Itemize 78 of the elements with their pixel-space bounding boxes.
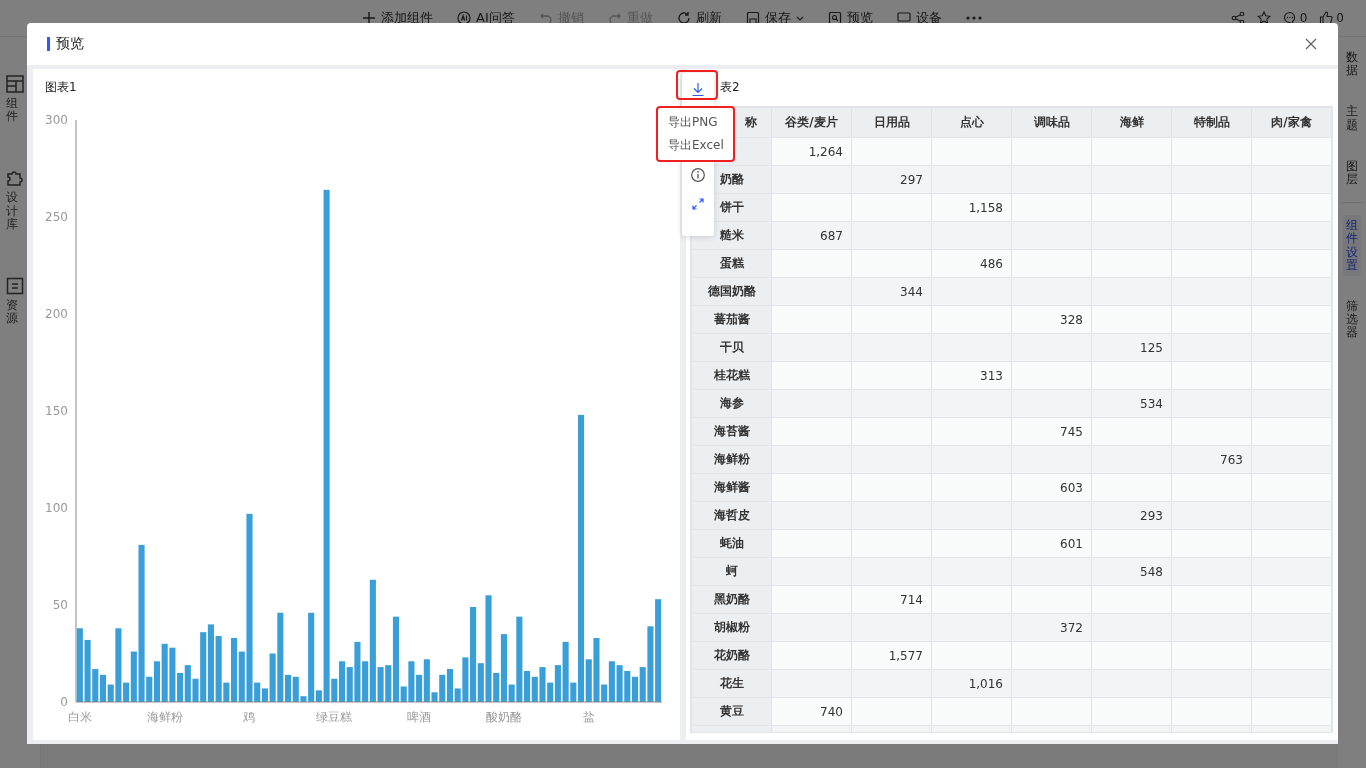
sidebar-tab[interactable]: 数据 [1343, 47, 1361, 82]
toolbar-button[interactable]: 添加组件 [350, 9, 445, 27]
table-cell: 714 [851, 585, 932, 614]
comment-button[interactable]: 0 [1276, 11, 1314, 25]
sidebar-tab[interactable]: 主题 [1343, 101, 1361, 136]
column-header: 海鲜 [1091, 107, 1172, 138]
toolbar-button[interactable]: 刷新 [664, 9, 734, 27]
menu-item[interactable]: 导出Excel [668, 137, 733, 154]
axis-tick-label: 白米 [67, 710, 92, 724]
row-header: 海鲜酱 [691, 473, 772, 502]
axis-tick-label: 250 [45, 210, 68, 224]
sidebar-item[interactable]: 组件 [0, 75, 40, 124]
toolbar-button[interactable]: AI问答 [445, 9, 527, 27]
axis-tick-label: 盐 [582, 710, 595, 724]
table-cell: 372 [1011, 613, 1092, 642]
table-cell: 534 [1091, 389, 1172, 418]
axis-tick-label: 绿豆糕 [316, 710, 353, 724]
axis-tick-label: 鸡 [243, 710, 256, 724]
axis-tick-label: 0 [60, 695, 68, 709]
table-cell: 328 [1011, 305, 1092, 334]
sidebar-tab[interactable]: 图层 [1343, 155, 1361, 191]
row-header: 干贝 [691, 333, 772, 362]
row-header: 蚵 [691, 557, 772, 586]
column-header: 特制品 [1171, 107, 1252, 138]
axis-tick-label: 酸奶酪 [485, 710, 522, 724]
table-cell: 293 [1091, 501, 1172, 530]
axis-tick-label: 150 [45, 404, 68, 418]
table-cell: 763 [1171, 445, 1252, 474]
panel-title: 图表1 [45, 80, 77, 94]
like-button[interactable]: 0 [1313, 11, 1350, 25]
column-header: 点心 [931, 107, 1012, 138]
table-cell: 603 [1011, 473, 1092, 502]
row-header: 蛋糕 [691, 249, 772, 278]
row-header: 花生 [691, 669, 772, 698]
row-header: 海苔酱 [691, 417, 772, 446]
panel-title: 表2 [720, 80, 740, 94]
axis-tick-label: 200 [45, 307, 68, 321]
table-cell: 1,158 [931, 193, 1012, 222]
toolbar-button[interactable]: 设备 [884, 9, 954, 27]
table-cell: 1,577 [851, 641, 932, 670]
table-cell: 486 [931, 249, 1012, 278]
column-header: 肉/家禽 [1251, 107, 1332, 138]
table-cell: 687 [771, 221, 852, 250]
table-cell: 1,016 [931, 669, 1012, 698]
table-cell: 313 [931, 361, 1012, 390]
row-header: 海鲜粉 [691, 445, 772, 474]
row-header: 花奶酪 [691, 641, 772, 670]
table-cell: 297 [851, 165, 932, 194]
axis-tick-label: 100 [45, 501, 68, 515]
sidebar-tab[interactable]: 组件设置 [1343, 215, 1361, 276]
axis-tick-label: 海鲜粉 [146, 710, 183, 724]
row-header: 黄豆 [691, 697, 772, 726]
axis-tick-label: 50 [52, 598, 68, 612]
axis-tick-label: 啤酒 [407, 710, 432, 724]
axis-tick-label: 300 [45, 113, 68, 127]
column-header: 谷类/麦片 [771, 107, 852, 138]
row-header: 胡椒粉 [691, 613, 772, 642]
row-header: 桂花糕 [691, 361, 772, 390]
toolbar-button[interactable]: 保存 [733, 9, 816, 27]
table-cell: 1,264 [771, 137, 852, 166]
sidebar-item[interactable]: 资源 [0, 276, 40, 326]
table-cell: 344 [851, 277, 932, 306]
table-cell: 745 [1011, 417, 1092, 446]
table-cell: 601 [1011, 529, 1092, 558]
table-cell: 548 [1091, 557, 1172, 586]
sidebar-item[interactable]: 设计库 [0, 169, 40, 231]
row-header: 蕃茄酱 [691, 305, 772, 334]
table-cell: 740 [771, 697, 852, 726]
sidebar-tab[interactable]: 筛选器 [1343, 295, 1361, 344]
row-header: 海参 [691, 389, 772, 418]
column-header: 调味品 [1011, 107, 1092, 138]
dialog-title: 预览 [56, 35, 84, 53]
row-header: 蚝油 [691, 529, 772, 558]
row-header: 黑奶酪 [691, 585, 772, 614]
row-header: 德国奶酪 [691, 277, 772, 306]
column-header: 日用品 [851, 107, 932, 138]
row-header: 海哲皮 [691, 501, 772, 530]
table-cell: 125 [1091, 333, 1172, 362]
